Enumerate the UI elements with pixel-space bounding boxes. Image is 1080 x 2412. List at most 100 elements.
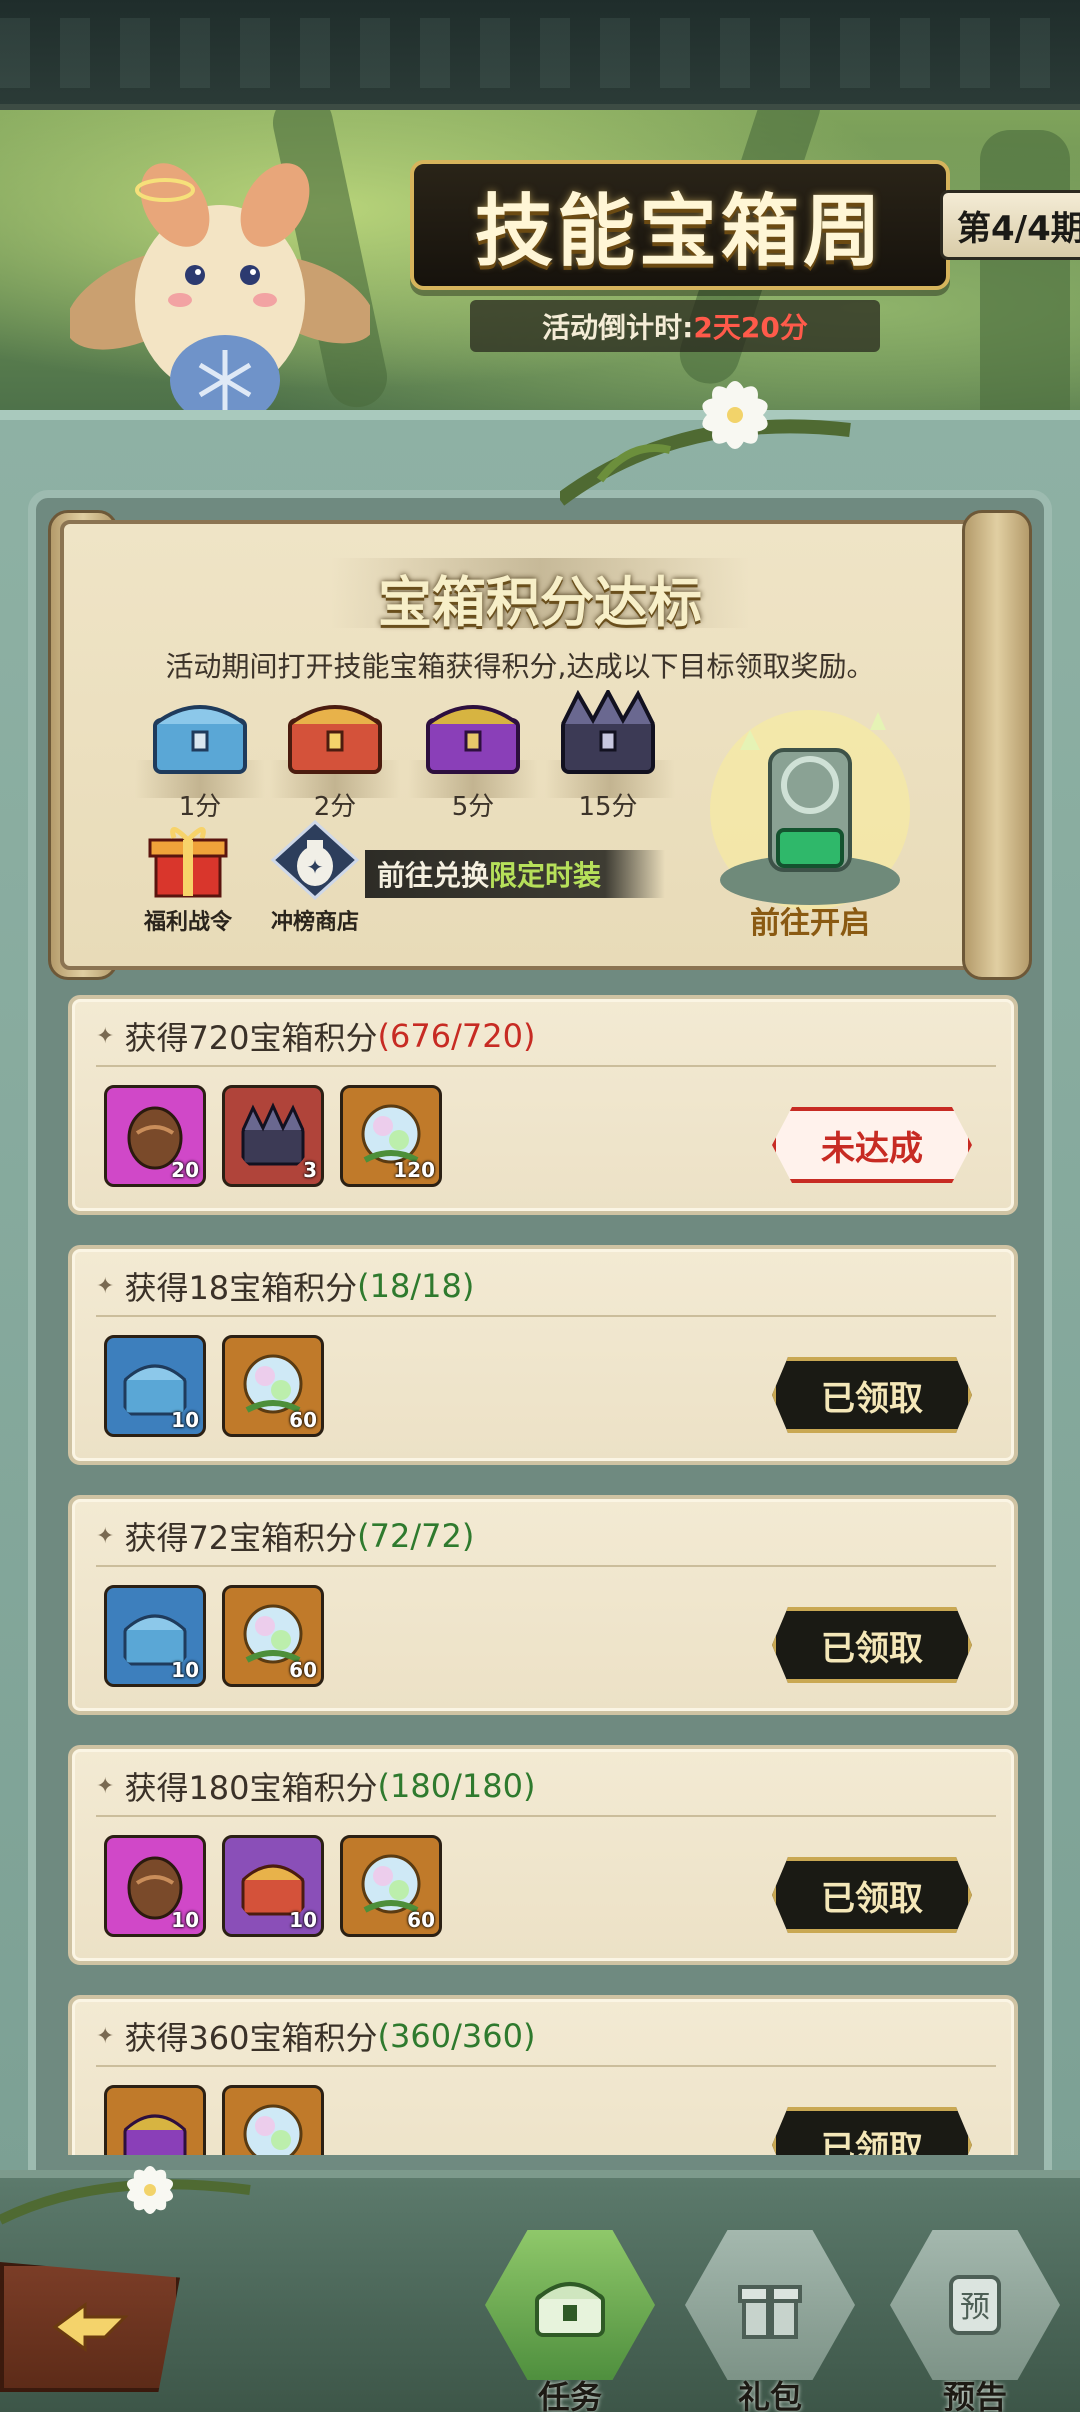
status-not-achieved-badge: 未达成: [772, 1107, 972, 1183]
task-title-row: ✦ 获得720宝箱积分 (676/720): [96, 1013, 535, 1059]
tab-tasks[interactable]: 任务: [480, 2230, 660, 2412]
task-title-row: ✦ 获得72宝箱积分 (72/72): [96, 1513, 474, 1559]
purple-chest-icon: [123, 2114, 187, 2155]
task-title: 获得720宝箱积分: [124, 1019, 378, 1057]
red-chest-icon: [288, 705, 382, 774]
purple-chest-icon: [426, 705, 520, 774]
preview-tab-icon-bg: 预: [890, 2230, 1060, 2380]
dark-chest-icon: [561, 687, 655, 774]
vine-flower-decoration: [0, 2166, 251, 2225]
preview-glyph: 预: [960, 2290, 990, 2325]
task-progress: (676/720): [377, 1017, 536, 1055]
divider: [96, 1565, 996, 1567]
task-title-row: ✦ 获得18宝箱积分 (18/18): [96, 1263, 474, 1309]
reward-item[interactable]: 60: [222, 1585, 324, 1687]
task-card: ✦ 获得720宝箱积分 (676/720) 20 3 120 未达成: [68, 995, 1018, 1215]
reward-count: 10: [171, 1408, 199, 1432]
task-title: 获得18宝箱积分: [124, 1269, 358, 1307]
reward-count: 10: [289, 1908, 317, 1932]
open-chest-label[interactable]: 前往开启: [700, 898, 920, 942]
tasks-tab-icon-bg: [485, 2230, 655, 2380]
mascot-creature-illustration: [70, 163, 370, 425]
panel-title: 宝箱积分达标: [330, 558, 750, 634]
gift-box-icon: [148, 827, 228, 898]
status-claimed-badge: 已领取: [772, 1857, 972, 1933]
back-button[interactable]: [0, 2262, 180, 2392]
task-card: ✦ 获得72宝箱积分 (72/72) 10 60 已领取: [68, 1495, 1018, 1715]
reward-item[interactable]: 60: [340, 1835, 442, 1937]
task-progress: (72/72): [357, 1517, 475, 1555]
reward-item[interactable]: 20: [104, 1085, 206, 1187]
exchange-prefix: 前往兑换: [377, 859, 490, 892]
ranking-shop-button[interactable]: ✦ 冲榜商店: [255, 819, 375, 936]
panel-description: 活动期间打开技能宝箱获得积分,达成以下目标领取奖励。: [165, 650, 875, 683]
ranking-shop-label: 冲榜商店: [270, 910, 359, 935]
countdown-label: 活动倒计时:: [542, 311, 694, 344]
reward-count: 10: [171, 1658, 199, 1682]
status-claimed-badge: 已领取: [772, 1607, 972, 1683]
welfare-pass-label: 福利战令: [143, 910, 232, 935]
chest-points: 1分: [178, 792, 222, 822]
divider: [96, 1315, 996, 1317]
event-title-plate: 技能宝箱周: [410, 160, 950, 290]
task-title: 获得180宝箱积分: [124, 1769, 378, 1807]
task-title: 获得360宝箱积分: [124, 2019, 378, 2057]
event-title: 技能宝箱周: [474, 186, 885, 277]
countdown-value: 2天20分: [693, 311, 808, 344]
chest-legend-red: 2分: [275, 690, 395, 823]
reward-item[interactable]: 10: [222, 1835, 324, 1937]
chest-legend-blue: 1分: [140, 690, 260, 823]
reward-count: 20: [171, 1158, 199, 1182]
reward-count: 60: [407, 1908, 435, 1932]
sparkle-icon: ✦: [96, 1273, 115, 1299]
reward-item[interactable]: 10: [104, 1585, 206, 1687]
divider: [96, 2065, 996, 2067]
blue-chest-icon: [153, 705, 247, 774]
reward-item[interactable]: 120: [340, 1085, 442, 1187]
reward-item[interactable]: 10: [104, 1335, 206, 1437]
task-progress: (360/360): [377, 2017, 536, 2055]
status-claimed-badge: 已领取: [772, 1357, 972, 1433]
task-progress: (18/18): [357, 1267, 475, 1305]
tab-gifts[interactable]: 礼包: [680, 2230, 860, 2412]
task-card: ✦ 获得360宝箱积分 (360/360) 已领取: [68, 1995, 1018, 2155]
task-title-row: ✦ 获得360宝箱积分 (360/360): [96, 2013, 535, 2059]
svg-text:✦: ✦: [307, 855, 324, 879]
chest-legend-purple: 5分: [413, 690, 533, 823]
task-card: ✦ 获得180宝箱积分 (180/180) 10 10 60 已领取: [68, 1745, 1018, 1965]
sparkle-icon: ✦: [96, 2023, 115, 2049]
exchange-costume-link[interactable]: 前往兑换 限定时装: [365, 850, 665, 898]
reward-item[interactable]: 3: [222, 1085, 324, 1187]
sparkle-icon: ✦: [96, 1523, 115, 1549]
dark-chest-icon: [241, 1102, 305, 1166]
chest-points: 5分: [451, 792, 495, 822]
sparkle-icon: ✦: [96, 1773, 115, 1799]
status-claimed-badge: 已领取: [772, 2107, 972, 2155]
welfare-pass-button[interactable]: 福利战令: [128, 820, 248, 936]
reward-item[interactable]: [222, 2085, 324, 2155]
exchange-highlight: 限定时装: [489, 859, 602, 892]
divider: [96, 1815, 996, 1817]
reward-count: 60: [289, 1658, 317, 1682]
gift-icon: [738, 2285, 802, 2339]
tab-preview[interactable]: 预 预告: [885, 2230, 1065, 2412]
chest-points: 2分: [313, 792, 357, 822]
top-ornament-bar: [0, 0, 1080, 110]
task-list[interactable]: ✦ 获得720宝箱积分 (676/720) 20 3 120 未达成 ✦ 获得1…: [60, 995, 1020, 2155]
gifts-tab-icon-bg: [685, 2230, 855, 2380]
task-chest-icon: [535, 2282, 605, 2337]
task-progress: (180/180): [377, 1767, 536, 1805]
divider: [96, 1065, 996, 1067]
reward-count: 120: [393, 1158, 435, 1182]
chest-points: 15分: [578, 792, 638, 822]
reward-count: 3: [303, 1158, 317, 1182]
period-tag: 第4/4期: [940, 190, 1080, 260]
reward-item[interactable]: [104, 2085, 206, 2155]
chest-legend-dark: 15分: [548, 687, 668, 823]
reward-item[interactable]: 60: [222, 1335, 324, 1437]
reward-item[interactable]: 10: [104, 1835, 206, 1937]
scroll-roll-right: [962, 510, 1032, 980]
reward-count: 60: [289, 1408, 317, 1432]
vine-flower-decoration: [560, 381, 851, 506]
crystal-orb-icon: [243, 2104, 303, 2155]
